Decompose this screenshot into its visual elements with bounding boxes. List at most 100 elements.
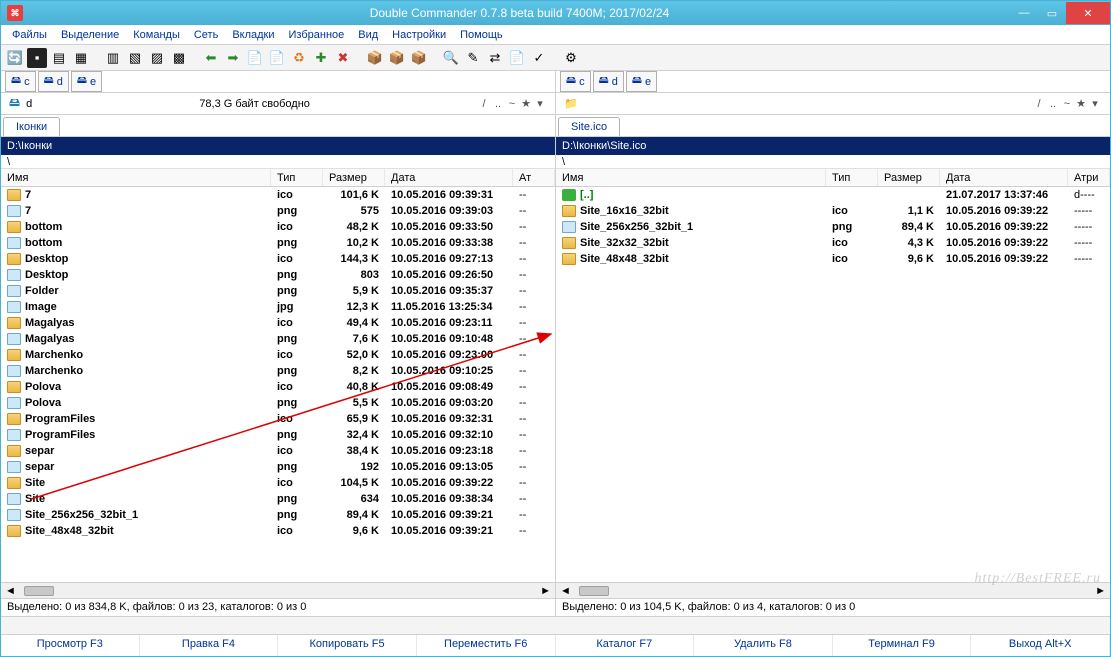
terminal-icon[interactable]: ▪ [27,48,47,68]
col-header[interactable]: Размер [323,169,385,186]
drive-d[interactable]: 🖴d [38,71,69,92]
file-row[interactable]: Folderpng5,9 K10.05.2016 09:35:37-- [1,283,555,299]
file-row[interactable]: Site_256x256_32bit_1png89,4 K10.05.2016 … [1,507,555,523]
swap-icon[interactable]: ▧ [125,48,145,68]
checksum-icon[interactable]: ✓ [529,48,549,68]
left-hscroll[interactable]: ◄► [1,582,555,598]
copy-icon[interactable]: 📄 [245,48,265,68]
remove-icon[interactable]: ✖ [333,48,353,68]
home-button[interactable]: ~ [505,98,519,110]
list-icon[interactable]: ▩ [169,48,189,68]
right-path[interactable]: D:\Iконки\Site.ico [556,137,1110,155]
file-row[interactable]: ProgramFilespng32,4 K10.05.2016 09:32:10… [1,427,555,443]
refresh-icon[interactable]: 🔄 [5,48,25,68]
file-row[interactable]: [..]21.07.2017 13:37:46d---- [556,187,1110,203]
fnkey[interactable]: Каталог F7 [556,635,695,656]
file-row[interactable]: bottompng10,2 K10.05.2016 09:33:38-- [1,235,555,251]
file-row[interactable]: Sitepng63410.05.2016 09:38:34-- [1,491,555,507]
forward-icon[interactable]: ➡ [223,48,243,68]
history-button[interactable]: ▾ [533,97,547,110]
file-row[interactable]: Site_48x48_32bitico9,6 K10.05.2016 09:39… [1,523,555,539]
sync-icon[interactable]: ⇄ [485,48,505,68]
file-row[interactable]: separpng19210.05.2016 09:13:05-- [1,459,555,475]
fnkey[interactable]: Правка F4 [140,635,279,656]
col-header[interactable]: Дата [385,169,513,186]
fnkey[interactable]: Копировать F5 [278,635,417,656]
file-row[interactable]: ProgramFilesico65,9 K10.05.2016 09:32:31… [1,411,555,427]
archive-icon[interactable]: 📦 [409,48,429,68]
col-header[interactable]: Размер [878,169,940,186]
col-header[interactable]: Тип [271,169,323,186]
file-row[interactable]: 7png57510.05.2016 09:39:03-- [1,203,555,219]
fav-button[interactable]: ★ [1074,97,1088,110]
right-tab[interactable]: Site.ico [558,117,620,136]
menu-Вид[interactable]: Вид [351,27,385,43]
target-icon[interactable]: ▨ [147,48,167,68]
add-icon[interactable]: ✚ [311,48,331,68]
col-header[interactable]: Имя [556,169,826,186]
pack-icon[interactable]: 📦 [365,48,385,68]
drive-c[interactable]: 🖴c [560,71,591,92]
file-row[interactable]: Siteico104,5 K10.05.2016 09:39:22-- [1,475,555,491]
file-row[interactable]: separico38,4 K10.05.2016 09:23:18-- [1,443,555,459]
root-button[interactable]: / [1032,98,1046,110]
fnkey[interactable]: Переместить F6 [417,635,556,656]
unpack-icon[interactable]: 📦 [387,48,407,68]
full-view-icon[interactable]: ▦ [71,48,91,68]
col-header[interactable]: Дата [940,169,1068,186]
drive-d[interactable]: 🖴d [593,71,624,92]
menu-Файлы[interactable]: Файлы [5,27,54,43]
search-icon[interactable]: 🔍 [441,48,461,68]
menu-Сеть[interactable]: Сеть [187,27,225,43]
file-row[interactable]: Desktoppng80310.05.2016 09:26:50-- [1,267,555,283]
brief-view-icon[interactable]: ▤ [49,48,69,68]
left-tab[interactable]: Iконки [3,117,60,136]
left-path[interactable]: D:\Iконки [1,137,555,155]
up-button[interactable]: .. [491,98,505,110]
file-row[interactable]: Site_16x16_32bitico1,1 K10.05.2016 09:39… [556,203,1110,219]
file-row[interactable]: Magalyaspng7,6 K10.05.2016 09:10:48-- [1,331,555,347]
file-row[interactable]: Marchenkoico52,0 K10.05.2016 09:23:00-- [1,347,555,363]
root-button[interactable]: / [477,98,491,110]
file-row[interactable]: Site_256x256_32bit_1png89,4 K10.05.2016 … [556,219,1110,235]
col-header[interactable]: Атри [1068,169,1110,186]
fnkey[interactable]: Выход Alt+X [971,635,1110,656]
minimize-button[interactable]: — [1010,2,1038,24]
file-row[interactable]: Imagejpg12,3 K11.05.2016 13:25:34-- [1,299,555,315]
drive-e[interactable]: 🖴e [71,71,102,92]
menu-Вкладки[interactable]: Вкладки [225,27,281,43]
file-row[interactable]: Magalyasico49,4 K10.05.2016 09:23:11-- [1,315,555,331]
same-dir-icon[interactable]: ▥ [103,48,123,68]
fnkey[interactable]: Просмотр F3 [1,635,140,656]
fav-button[interactable]: ★ [519,97,533,110]
up-button[interactable]: .. [1046,98,1060,110]
fnkey[interactable]: Терминал F9 [833,635,972,656]
file-row[interactable]: Site_48x48_32bitico9,6 K10.05.2016 09:39… [556,251,1110,267]
menu-Избранное[interactable]: Избранное [282,27,352,43]
home-button[interactable]: ~ [1060,98,1074,110]
file-row[interactable]: Polovaico40,8 K10.05.2016 09:08:49-- [1,379,555,395]
fnkey[interactable]: Удалить F8 [694,635,833,656]
col-header[interactable]: Тип [826,169,878,186]
file-row[interactable]: Desktopico144,3 K10.05.2016 09:27:13-- [1,251,555,267]
col-header[interactable]: Ат [513,169,555,186]
left-filelist[interactable]: 7ico101,6 K10.05.2016 09:39:31--7png5751… [1,187,555,582]
menu-Команды[interactable]: Команды [126,27,187,43]
menu-Выделение[interactable]: Выделение [54,27,126,43]
file-row[interactable]: Polovapng5,5 K10.05.2016 09:03:20-- [1,395,555,411]
command-line[interactable] [1,616,1110,634]
right-filelist[interactable]: [..]21.07.2017 13:37:46d----Site_16x16_3… [556,187,1110,582]
file-row[interactable]: 7ico101,6 K10.05.2016 09:39:31-- [1,187,555,203]
menu-Помощь[interactable]: Помощь [453,27,510,43]
back-icon[interactable]: ⬅ [201,48,221,68]
close-button[interactable]: ✕ [1066,2,1110,24]
file-row[interactable]: Site_32x32_32bitico4,3 K10.05.2016 09:39… [556,235,1110,251]
file-row[interactable]: bottomico48,2 K10.05.2016 09:33:50-- [1,219,555,235]
multirename-icon[interactable]: ✎ [463,48,483,68]
reload-icon[interactable]: ♻ [289,48,309,68]
newfile-icon[interactable]: 📄 [507,48,527,68]
history-button[interactable]: ▾ [1088,97,1102,110]
menu-Настройки[interactable]: Настройки [385,27,453,43]
drive-c[interactable]: 🖴c [5,71,36,92]
drive-e[interactable]: 🖴e [626,71,657,92]
